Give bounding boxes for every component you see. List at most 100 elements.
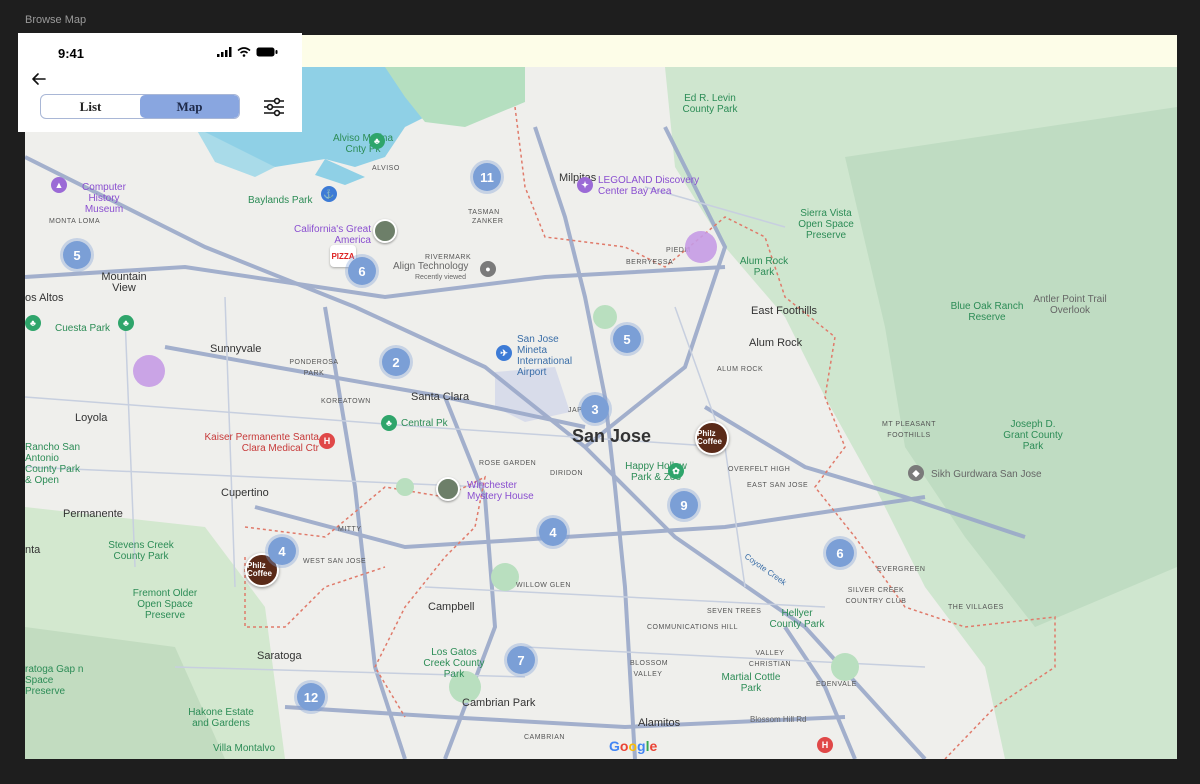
pizza-label: PIZZA (331, 251, 355, 261)
label-overfelt-high: OVERFELT HIGH (728, 466, 791, 473)
label-alamitos: Alamitos (638, 717, 681, 729)
label-hakone: Hakone Estate and Gardens (188, 707, 254, 729)
label-koreatown: KOREATOWN (321, 398, 371, 405)
label-sanborn: ratoga Gap n Space Preserve (25, 664, 84, 697)
label-alum-rock: Alum Rock (749, 337, 803, 349)
map-view[interactable]: Milpitas Mountain View Sunnyvale Santa C… (25, 67, 1177, 759)
cluster-marker[interactable]: 4 (268, 537, 296, 565)
battery-icon (256, 47, 278, 57)
status-bar: 9:41 (18, 33, 302, 67)
cluster-marker[interactable]: 12 (297, 683, 325, 711)
label-blossom-hill-rd: Blossom Hill Rd (750, 715, 807, 724)
wifi-icon (237, 47, 251, 57)
cluster-marker[interactable]: 4 (539, 518, 567, 546)
park-icon[interactable]: ♣ (118, 315, 134, 331)
label-west-san-jose: WEST SAN JOSE (303, 558, 367, 565)
zoo-icon[interactable]: ✿ (668, 463, 684, 479)
cluster-marker[interactable]: 6 (348, 257, 376, 285)
winchester-thumbnail[interactable] (436, 477, 460, 501)
label-ed-levin: Ed R. Levin County Park (682, 93, 738, 115)
label-the-villages: THE VILLAGES (948, 604, 1004, 611)
label-mountain-view: Mountain View (101, 271, 147, 294)
cluster-marker[interactable]: 2 (382, 348, 410, 376)
label-blue-oak: Blue Oak Ranch Reserve (950, 301, 1024, 323)
back-arrow-icon[interactable] (30, 70, 48, 88)
label-mitty: MITTY (338, 526, 362, 533)
recently-viewed-icon[interactable]: ● (480, 261, 496, 277)
label-diridon: DIRIDON (550, 470, 584, 477)
system-icons (217, 47, 278, 57)
phone-header: 9:41 List Map (18, 33, 302, 132)
label-joseph-grant: Joseph D. Grant County Park (1003, 419, 1063, 452)
place-of-worship-icon[interactable]: ◆ (908, 465, 924, 481)
cluster-marker[interactable]: 5 (613, 325, 641, 353)
label-alviso-marina: Alviso Marina Cnty Pk (332, 133, 394, 155)
label-east-foothills: East Foothills (751, 305, 818, 317)
label-baylands-park: Baylands Park (248, 195, 313, 206)
attraction-icon[interactable]: ✦ (577, 177, 593, 193)
label-martial-cottle: Martial Cottle Park (721, 672, 781, 694)
label-sikh-gurdwara: Sikh Gurdwara San Jose (931, 469, 1042, 480)
label-alum-rock-park: Alum Rock Park (739, 256, 789, 278)
label-cupertino: Cupertino (221, 487, 269, 499)
label-legoland: LEGOLAND Discovery Center Bay Area (598, 175, 700, 197)
park-icon[interactable]: ♣ (25, 315, 41, 331)
label-seven-trees: SEVEN TREES (707, 608, 762, 615)
cluster-marker[interactable]: 3 (581, 395, 609, 423)
philz-label: Philz Coffee (247, 561, 272, 578)
label-monta-loma: MONTA LOMA (49, 218, 101, 225)
hospital-icon[interactable]: H (319, 433, 335, 449)
label-city-center: San Jose (572, 426, 652, 446)
label-kaiser: Kaiser Permanente Santa Clara Medical Ct… (204, 432, 319, 454)
label-zanker: ZANKER (472, 218, 504, 225)
museum-icon[interactable]: ▲ (51, 177, 67, 193)
list-tab[interactable]: List (41, 95, 140, 118)
label-align-tech: Align Technology (393, 261, 469, 272)
hospital-icon[interactable]: H (817, 737, 833, 753)
view-toggle: List Map (40, 94, 240, 119)
label-nta: nta (25, 544, 41, 556)
great-america-thumbnail[interactable] (373, 219, 397, 243)
label-villa-montalvo: Villa Montalvo (213, 743, 276, 754)
label-willow-glen: WILLOW GLEN (516, 582, 571, 589)
cluster-marker[interactable]: 11 (473, 163, 501, 191)
label-blossom-valley: BLOSSOM VALLEY (630, 660, 669, 678)
label-great-america: California's Great America (294, 224, 371, 246)
label-winchester: Winchester Mystery House (467, 480, 534, 502)
label-cambrian: CAMBRIAN (524, 734, 565, 741)
cluster-marker[interactable]: 9 (670, 491, 698, 519)
label-airport: San Jose Mineta International Airport (517, 334, 573, 378)
place-marker-purple[interactable] (685, 231, 717, 263)
label-evergreen: EVERGREEN (877, 566, 926, 573)
park-icon[interactable]: ♣ (381, 415, 397, 431)
marina-icon[interactable]: ⚓ (321, 186, 337, 202)
label-rancho-san-antonio: Rancho San Antonio County Park & Open (25, 442, 81, 486)
frame-title: Browse Map (25, 14, 87, 26)
label-alum-rock-hood: ALUM ROCK (717, 366, 764, 373)
label-los-gatos-creek: Los Gatos Creek County Park (423, 647, 485, 680)
place-marker-purple[interactable] (133, 355, 165, 387)
cluster-marker[interactable]: 6 (826, 539, 854, 567)
label-fremont-older: Fremont Older Open Space Preserve (132, 588, 198, 621)
label-sierra-vista: Sierra Vista Open Space Preserve (798, 208, 854, 241)
label-saratoga: Saratoga (257, 650, 302, 662)
status-time: 9:41 (58, 46, 85, 61)
label-antler-point: Antler Point Trail Overlook (1033, 294, 1107, 316)
label-recently-viewed: Recently viewed (415, 274, 466, 281)
signal-icon (217, 47, 232, 57)
label-stevens-creek: Stevens Creek County Park (108, 540, 174, 562)
label-mt-pleasant: MT PLEASANT FOOTHILLS (882, 421, 936, 439)
label-alviso: ALVISO (372, 165, 400, 172)
cluster-marker[interactable]: 5 (63, 241, 91, 269)
philz-label: Philz Coffee (697, 429, 722, 446)
cluster-marker[interactable]: 7 (507, 646, 535, 674)
map-tab[interactable]: Map (140, 95, 239, 118)
label-permanente: Permanente (63, 508, 123, 520)
airport-icon[interactable]: ✈ (496, 345, 512, 361)
philz-coffee-marker[interactable]: Philz Coffee (695, 421, 729, 455)
filter-icon[interactable] (263, 96, 285, 118)
label-sunnyvale: Sunnyvale (210, 343, 262, 355)
label-los-altos: os Altos (25, 292, 64, 304)
park-icon[interactable]: ♣ (369, 133, 385, 149)
label-central-pk: Central Pk (401, 418, 448, 429)
